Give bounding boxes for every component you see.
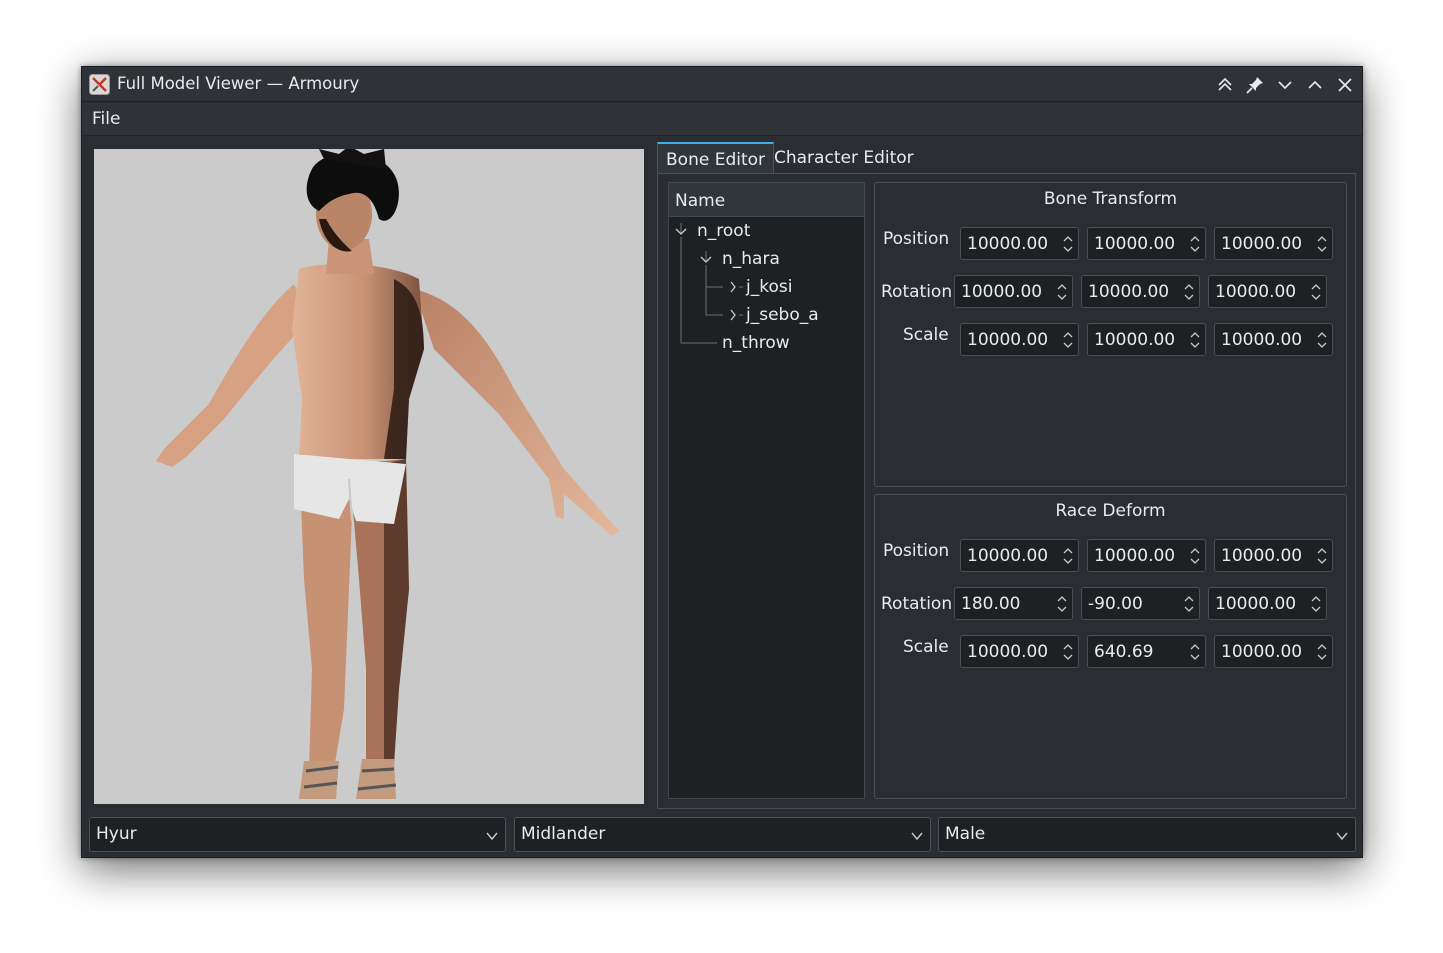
minimize-icon (1278, 81, 1292, 90)
bt-position-x[interactable]: 10000.00 (960, 227, 1079, 260)
title-bar[interactable]: Full Model Viewer — Armoury (82, 67, 1362, 102)
rd-position-z[interactable]: 10000.00 (1214, 539, 1333, 572)
spin-arrows-icon[interactable] (1062, 545, 1074, 567)
race-deform-group: Race Deform Position 10000.00 10000.00 1… (874, 494, 1347, 799)
spin-arrows-icon[interactable] (1316, 545, 1328, 567)
keep-above-button[interactable] (1214, 74, 1236, 96)
spin-arrows-icon[interactable] (1310, 593, 1322, 615)
keep-above-icon (1218, 77, 1232, 91)
rd-scale-label: Scale (903, 637, 949, 657)
bt-position-label: Position (883, 229, 950, 249)
rd-scale-x[interactable]: 10000.00 (960, 635, 1079, 668)
tree-header-name[interactable]: Name (669, 183, 864, 217)
chevron-down-icon (911, 832, 923, 841)
bt-rotation-label: Rotation (881, 282, 953, 302)
bt-scale-label: Scale (903, 325, 949, 345)
spin-arrows-icon[interactable] (1316, 233, 1328, 255)
chevron-down-icon (486, 832, 498, 841)
rd-scale-z[interactable]: 10000.00 (1214, 635, 1333, 668)
spin-arrows-icon[interactable] (1189, 233, 1201, 255)
rd-rotation-label: Rotation (881, 594, 953, 614)
bt-scale-x[interactable]: 10000.00 (960, 323, 1079, 356)
spin-arrows-icon[interactable] (1316, 329, 1328, 351)
bt-scale-y[interactable]: 10000.00 (1087, 323, 1206, 356)
close-icon (1338, 78, 1352, 92)
spin-arrows-icon[interactable] (1189, 641, 1201, 663)
maximize-button[interactable] (1304, 74, 1326, 96)
spin-arrows-icon[interactable] (1316, 641, 1328, 663)
bt-position-y[interactable]: 10000.00 (1087, 227, 1206, 260)
bt-rotation-y[interactable]: 10000.00 (1081, 275, 1200, 308)
spin-arrows-icon[interactable] (1062, 641, 1074, 663)
app-icon (89, 74, 110, 95)
race-deform-title: Race Deform (1055, 501, 1166, 521)
app-window: Full Model Viewer — Armoury File Bone Ed… (81, 66, 1363, 858)
window-title: Full Model Viewer — Armoury (117, 74, 360, 93)
spin-arrows-icon[interactable] (1062, 329, 1074, 351)
chevron-right-icon (730, 281, 736, 293)
pin-icon (1246, 77, 1263, 94)
menu-bar: File (82, 103, 1362, 136)
rd-position-x[interactable]: 10000.00 (960, 539, 1079, 572)
spin-arrows-icon[interactable] (1183, 593, 1195, 615)
spin-arrows-icon[interactable] (1183, 281, 1195, 303)
bone-transform-group: Bone Transform Position 10000.00 10000.0… (874, 182, 1347, 487)
chevron-right-icon (730, 309, 736, 321)
close-button[interactable] (1334, 74, 1356, 96)
tree-node-j-kosi[interactable]: j_kosi (746, 277, 792, 297)
bt-scale-z[interactable]: 10000.00 (1214, 323, 1333, 356)
tab-bone-editor[interactable]: Bone Editor (657, 142, 775, 174)
bone-tree[interactable]: Name n_root n_hara j_kosi j_sebo_a n_thr… (668, 182, 865, 799)
spin-arrows-icon[interactable] (1189, 329, 1201, 351)
spin-arrows-icon[interactable] (1310, 281, 1322, 303)
spin-arrows-icon[interactable] (1062, 233, 1074, 255)
rd-rotation-x[interactable]: 180.00 (954, 587, 1073, 620)
menu-file[interactable]: File (92, 109, 120, 129)
tree-node-n-hara[interactable]: n_hara (722, 249, 780, 269)
rd-rotation-y[interactable]: -90.00 (1081, 587, 1200, 620)
bt-rotation-x[interactable]: 10000.00 (954, 275, 1073, 308)
spin-arrows-icon[interactable] (1189, 545, 1201, 567)
rd-position-label: Position (883, 541, 950, 561)
bt-position-z[interactable]: 10000.00 (1214, 227, 1333, 260)
tree-node-n-root[interactable]: n_root (697, 221, 750, 241)
race-select-value: Hyur (96, 824, 137, 844)
tree-node-j-sebo-a[interactable]: j_sebo_a (746, 305, 819, 325)
bone-transform-title: Bone Transform (1043, 189, 1178, 209)
gender-select-value: Male (945, 824, 986, 844)
minimize-button[interactable] (1274, 74, 1296, 96)
subrace-select-value: Midlander (521, 824, 606, 844)
rd-rotation-z[interactable]: 10000.00 (1208, 587, 1327, 620)
bone-editor-pane: Name n_root n_hara j_kosi j_sebo_a n_thr… (657, 173, 1356, 809)
gender-select[interactable]: Male (938, 817, 1356, 852)
pin-button[interactable] (1244, 74, 1266, 96)
rd-position-y[interactable]: 10000.00 (1087, 539, 1206, 572)
tree-node-n-throw[interactable]: n_throw (722, 333, 790, 353)
chevron-down-icon (1336, 832, 1348, 841)
maximize-icon (1308, 80, 1322, 89)
model-viewport[interactable] (94, 149, 644, 804)
spin-arrows-icon[interactable] (1056, 281, 1068, 303)
rd-scale-y[interactable]: 640.69 (1087, 635, 1206, 668)
tab-character-editor[interactable]: Character Editor (766, 142, 922, 174)
character-model (156, 149, 619, 799)
race-select[interactable]: Hyur (89, 817, 506, 852)
spin-arrows-icon[interactable] (1056, 593, 1068, 615)
subrace-select[interactable]: Midlander (514, 817, 931, 852)
bt-rotation-z[interactable]: 10000.00 (1208, 275, 1327, 308)
